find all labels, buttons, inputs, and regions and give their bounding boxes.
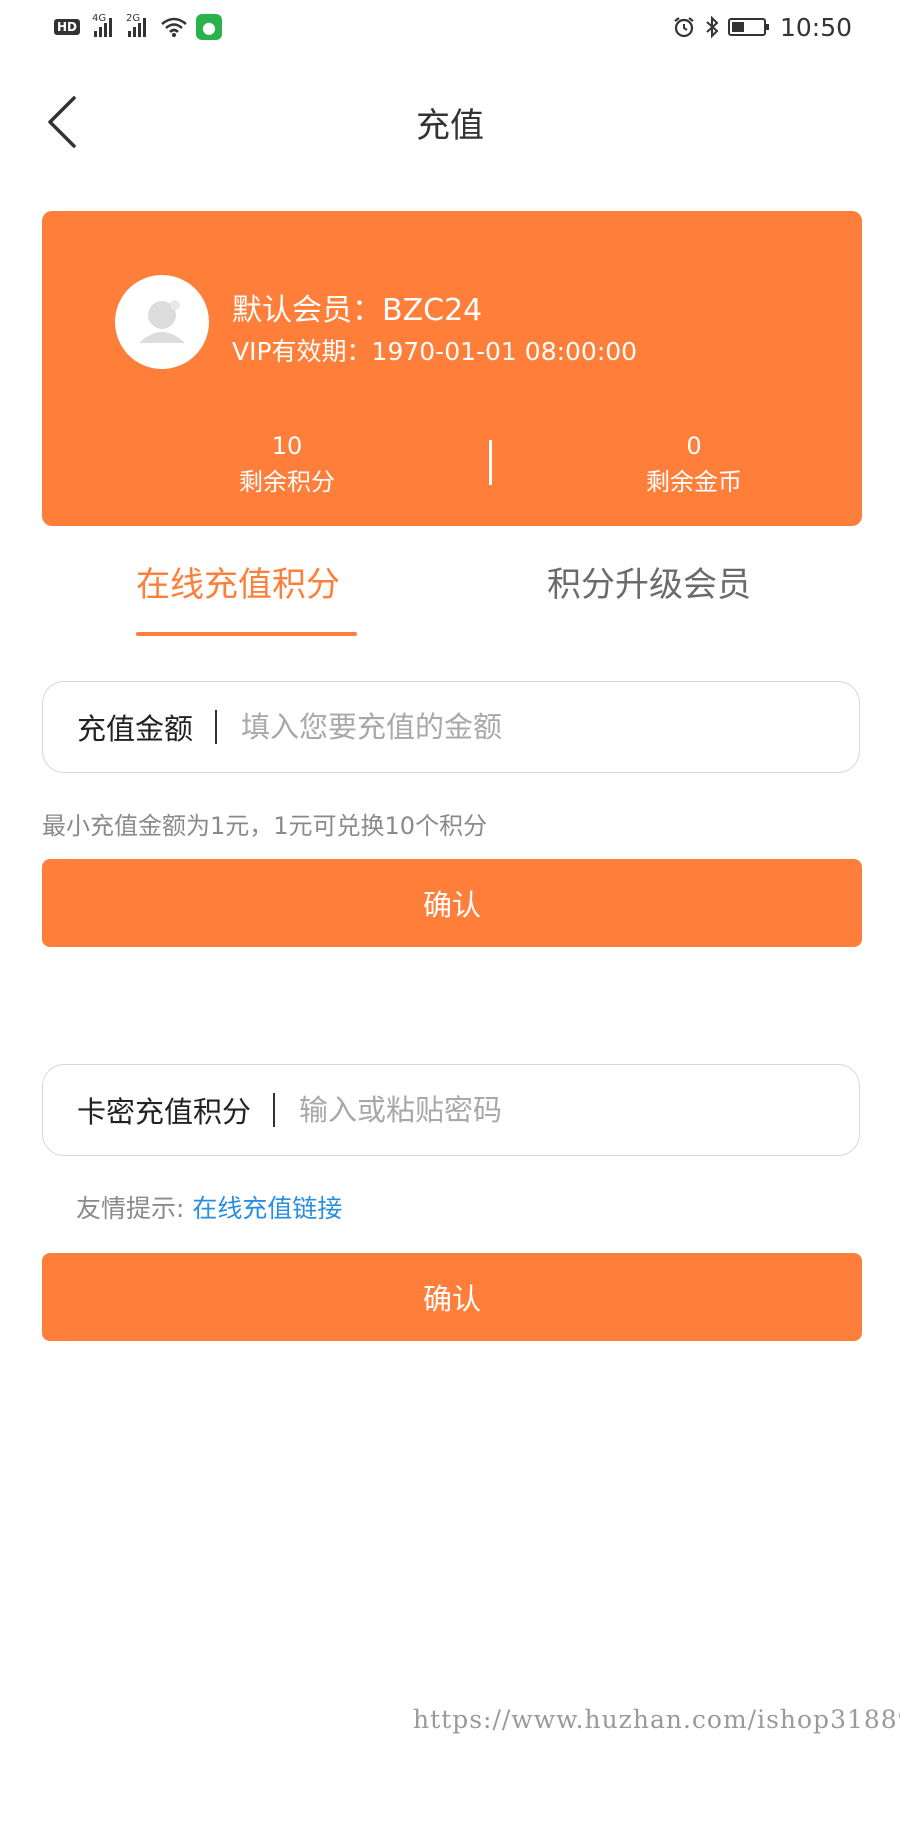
member-name: 默认会员：BZC24 — [232, 293, 483, 328]
alarm-icon — [674, 17, 694, 38]
amount-hint: 最小充值金额为1元，1元可兑换10个积分 — [42, 812, 488, 840]
page-title: 充值 — [416, 106, 484, 146]
tab-active-indicator — [136, 632, 357, 636]
user-placeholder-icon — [139, 300, 185, 343]
points-value: 10 — [271, 432, 303, 460]
coins-label: 剩余金币 — [646, 468, 742, 496]
card-key-field[interactable]: 卡密充值积分 — [42, 1064, 860, 1156]
tab-online-recharge[interactable]: 在线充值积分 — [136, 557, 340, 606]
card-key-input[interactable] — [297, 1092, 859, 1128]
amount-field[interactable]: 充值金额 — [42, 681, 860, 773]
wifi-icon — [161, 17, 187, 37]
amount-label: 充值金额 — [77, 712, 194, 746]
battery-icon — [727, 18, 769, 36]
friendly-tip: 友情提示: 在线充值链接 — [76, 1189, 342, 1225]
stat-divider — [489, 440, 492, 485]
signal-icon: 4G — [92, 13, 113, 37]
status-bar: HD 4G 2G ● 10:50 — [0, 0, 900, 56]
amount-input[interactable] — [239, 709, 859, 745]
watermark-url: https://www.huzhan.com/ishop31889 — [413, 1705, 900, 1734]
confirm-recharge-button[interactable]: 确认 — [42, 859, 862, 947]
coins-value: 0 — [686, 432, 702, 460]
tip-prefix: 友情提示: — [76, 1194, 185, 1223]
status-right-icons: 10:50 — [672, 12, 852, 42]
field-separator — [215, 710, 218, 744]
tab-upgrade-member[interactable]: 积分升级会员 — [547, 557, 751, 606]
online-recharge-link[interactable]: 在线充值链接 — [192, 1194, 342, 1223]
wechat-icon: ● — [196, 14, 223, 40]
confirm-card-key-button[interactable]: 确认 — [42, 1253, 862, 1341]
points-stat: 10 剩余积分 — [167, 432, 407, 497]
coins-stat: 0 剩余金币 — [574, 432, 814, 497]
bluetooth-icon — [706, 15, 719, 39]
status-left-icons: HD 4G 2G ● — [54, 12, 223, 42]
points-label: 剩余积分 — [239, 468, 335, 496]
hd-icon: HD — [54, 19, 81, 35]
signal-icon-2: 2G — [126, 13, 147, 37]
field-separator — [273, 1093, 276, 1127]
card-key-label: 卡密充值积分 — [77, 1095, 252, 1129]
avatar — [115, 275, 209, 369]
vip-expiry: VIP有效期：1970-01-01 08:00:00 — [232, 337, 638, 366]
clock-time: 10:50 — [779, 12, 852, 42]
